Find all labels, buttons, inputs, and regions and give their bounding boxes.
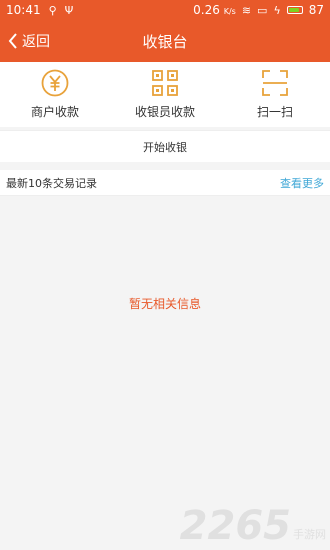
battery-icon [286, 6, 303, 14]
charging-icon: ϟ [273, 3, 281, 17]
view-more-link[interactable]: 查看更多 [280, 175, 324, 191]
yen-coin-icon [41, 69, 69, 97]
status-time: 10:41 [6, 3, 41, 17]
records-title: 最新10条交易记录 [6, 176, 97, 190]
start-cashier-button[interactable]: 开始收银 [0, 130, 330, 162]
watermark-text: 手游网 [293, 528, 326, 541]
cashier-payment-label: 收银员收款 [134, 105, 195, 119]
scan-label: 扫一扫 [256, 105, 293, 119]
chevron-left-icon [8, 32, 18, 50]
scan-icon [261, 69, 289, 97]
back-button[interactable]: 返回 [8, 20, 50, 62]
wifi-icon: ≋ [241, 3, 252, 17]
status-bar: 10:41 ⚲ Ψ 0.26 K/s ≋ ▭ ϟ 87 [0, 0, 330, 20]
cashier-payment-button[interactable]: 收银员收款 [110, 62, 220, 127]
qr-code-icon [151, 69, 179, 97]
start-cashier-label: 开始收银 [143, 140, 187, 154]
nav-bar: 返回 收银台 [0, 20, 330, 62]
records-list: 暂无相关信息 [0, 196, 330, 550]
network-speed: 0.26 K/s [193, 3, 236, 17]
watermark-number: 2265 [179, 503, 291, 549]
action-panel: 商户收款 收银员收款 扫一扫 [0, 62, 330, 127]
merchant-payment-label: 商户收款 [30, 105, 79, 119]
merchant-payment-button[interactable]: 商户收款 [0, 62, 110, 127]
page-title: 收银台 [142, 32, 188, 51]
screen-icon: ▭ [257, 3, 268, 17]
usb-icon: ⚲ [48, 3, 57, 17]
scan-button[interactable]: 扫一扫 [220, 62, 330, 127]
usb-debug-icon: Ψ [64, 3, 74, 17]
battery-level: 87 [308, 3, 324, 17]
watermark-logo: 2265 手游网 [180, 506, 326, 546]
empty-message: 暂无相关信息 [128, 297, 201, 311]
records-header: 最新10条交易记录 查看更多 [0, 170, 330, 196]
back-label: 返回 [22, 34, 50, 50]
